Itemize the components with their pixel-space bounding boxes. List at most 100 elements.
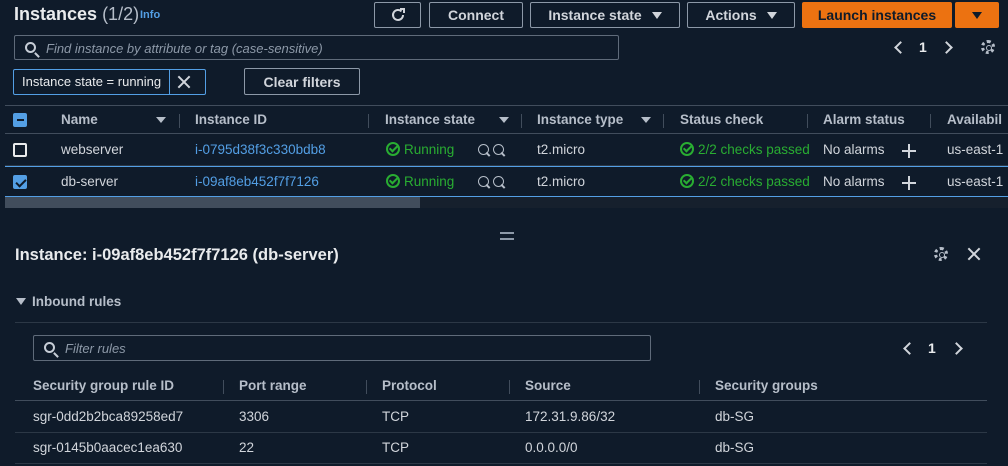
actions-dropdown[interactable]: Actions: [687, 2, 795, 28]
search-icon: [25, 42, 36, 53]
refresh-button[interactable]: [374, 2, 421, 28]
status-check-text: 2/2 checks passed: [698, 174, 810, 189]
column-divider[interactable]: [368, 114, 369, 128]
status-check: 2/2 checks passed: [680, 142, 810, 157]
next-page-icon[interactable]: [950, 342, 963, 355]
check-circle-icon: [680, 174, 694, 188]
port-range: 3306: [239, 409, 270, 424]
column-divider[interactable]: [699, 380, 700, 394]
instance-state-text: Running: [404, 174, 455, 189]
column-rule-id[interactable]: Security group rule ID: [33, 378, 174, 393]
status-check: 2/2 checks passed: [680, 174, 810, 189]
add-alarm-icon[interactable]: [902, 176, 916, 190]
launch-options-dropdown[interactable]: [955, 2, 999, 28]
source: 172.31.9.86/32: [525, 409, 616, 424]
table-row[interactable]: webserver i-0795d38f3c330bdb8 Running t2…: [5, 135, 1008, 166]
add-alarm-icon[interactable]: [902, 144, 916, 158]
select-all-checkbox[interactable]: [13, 113, 27, 127]
zoom-out-icon[interactable]: [493, 144, 504, 155]
column-source[interactable]: Source: [525, 378, 571, 393]
divider: [15, 322, 987, 323]
instance-name: db-server: [61, 174, 119, 189]
section-title: Inbound rules: [32, 294, 122, 309]
instance-state-text: Running: [404, 142, 455, 157]
column-divider[interactable]: [807, 114, 808, 128]
inbound-rules-toggle[interactable]: Inbound rules: [16, 294, 121, 309]
column-divider[interactable]: [179, 114, 180, 128]
caret-down-icon: [16, 298, 26, 305]
scrollbar-thumb[interactable]: [5, 197, 420, 208]
availability-zone: us-east-1: [947, 174, 1004, 189]
column-divider[interactable]: [223, 380, 224, 394]
column-protocol[interactable]: Protocol: [382, 378, 437, 393]
instance-state-label: Instance state: [548, 7, 642, 23]
launch-instances-button[interactable]: Launch instances: [802, 2, 952, 28]
instance-state-dropdown[interactable]: Instance state: [530, 2, 680, 28]
column-instance-state[interactable]: Instance state: [385, 112, 475, 127]
column-alarm-status[interactable]: Alarm status: [823, 112, 905, 127]
column-name[interactable]: Name: [61, 112, 98, 127]
clear-filters-label: Clear filters: [263, 73, 341, 90]
instance-id-link[interactable]: i-0795d38f3c330bdb8: [195, 142, 326, 157]
status-check-text: 2/2 checks passed: [698, 142, 810, 157]
page-number[interactable]: 1: [919, 39, 927, 55]
instance-name: webserver: [61, 142, 124, 157]
sort-icon[interactable]: [499, 117, 509, 123]
caret-down-icon: [766, 11, 777, 19]
previous-page-icon[interactable]: [894, 41, 907, 54]
panel-resize-handle[interactable]: [500, 232, 514, 240]
column-port-range[interactable]: Port range: [239, 378, 307, 393]
instance-state-status: Running: [386, 142, 454, 157]
table-row-selected[interactable]: db-server i-09af8eb452f7f7126 Running t2…: [5, 166, 1008, 197]
availability-zone: us-east-1: [947, 142, 1004, 157]
instance-search-input[interactable]: Find instance by attribute or tag (case-…: [14, 35, 619, 60]
instances-header: Instances (1/2) Info Connect Instance st…: [0, 0, 1008, 32]
security-group: db-SG: [715, 409, 755, 424]
column-instance-type[interactable]: Instance type: [537, 112, 623, 127]
panel-title: Instance: i-09af8eb452f7f7126 (db-server…: [15, 246, 339, 264]
zoom-out-icon[interactable]: [493, 176, 504, 187]
info-link[interactable]: Info: [140, 9, 160, 21]
page-number[interactable]: 1: [928, 340, 936, 356]
close-panel-icon[interactable]: [967, 247, 981, 261]
zoom-in-icon[interactable]: [478, 144, 489, 155]
zoom-in-icon[interactable]: [478, 176, 489, 187]
row-checkbox[interactable]: [13, 175, 27, 189]
previous-page-icon[interactable]: [903, 342, 916, 355]
column-divider[interactable]: [366, 380, 367, 394]
column-status-check[interactable]: Status check: [680, 112, 763, 127]
remove-filter-button[interactable]: [170, 70, 198, 94]
column-security-groups[interactable]: Security groups: [715, 378, 818, 393]
column-divider[interactable]: [663, 114, 664, 128]
sort-icon[interactable]: [641, 117, 651, 123]
column-divider[interactable]: [509, 380, 510, 394]
caret-down-icon: [972, 11, 982, 19]
connect-button[interactable]: Connect: [429, 2, 523, 28]
row-checkbox[interactable]: [13, 143, 27, 157]
horizontal-scrollbar[interactable]: [5, 197, 1008, 208]
filter-rules-input[interactable]: Filter rules: [33, 335, 651, 361]
check-circle-icon: [680, 142, 694, 156]
next-page-icon[interactable]: [940, 41, 953, 54]
table-header: Name Instance ID Instance state Instance…: [5, 105, 1008, 134]
port-range: 22: [239, 440, 255, 455]
sort-icon[interactable]: [156, 117, 166, 123]
clear-filters-button[interactable]: Clear filters: [244, 68, 360, 95]
instance-id-link[interactable]: i-09af8eb452f7f7126: [195, 174, 319, 189]
search-icon: [44, 342, 55, 353]
protocol: TCP: [382, 440, 409, 455]
filter-placeholder: Filter rules: [65, 341, 126, 356]
column-divider[interactable]: [930, 114, 931, 128]
rule-id: sgr-0145b0aacec1ea630: [33, 440, 183, 455]
preferences-gear-icon[interactable]: [981, 40, 995, 54]
column-divider[interactable]: [521, 114, 522, 128]
check-circle-icon: [386, 142, 400, 156]
protocol: TCP: [382, 409, 409, 424]
filter-token-text: Instance state = running: [14, 70, 171, 94]
instance-type: t2.micro: [537, 174, 586, 189]
page-title: Instances (1/2): [14, 4, 139, 25]
panel-settings-gear-icon[interactable]: [934, 247, 948, 261]
column-instance-id[interactable]: Instance ID: [195, 112, 267, 127]
column-availability-zone[interactable]: Availabil: [947, 112, 1002, 127]
refresh-icon: [391, 8, 405, 21]
